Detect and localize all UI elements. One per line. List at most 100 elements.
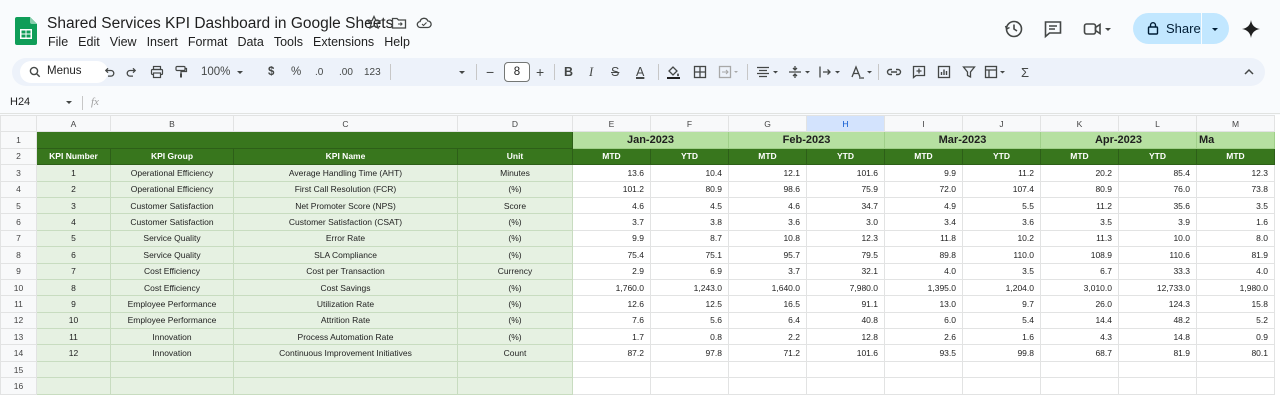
value-cell[interactable]: 15.8 bbox=[1196, 295, 1275, 313]
period-header-cell[interactable]: MTD bbox=[572, 147, 651, 166]
value-cell[interactable]: 1,243.0 bbox=[650, 278, 729, 297]
value-cell[interactable]: 13.6 bbox=[572, 164, 651, 182]
value-cell[interactable]: 7,980.0 bbox=[806, 278, 885, 297]
row-header[interactable]: 16 bbox=[0, 377, 37, 395]
row-header[interactable]: 6 bbox=[0, 213, 37, 231]
print-icon[interactable] bbox=[150, 65, 164, 79]
column-header-g[interactable]: G bbox=[728, 115, 807, 133]
month-header-cell[interactable]: Mar-2023 bbox=[884, 131, 1041, 149]
column-header-c[interactable]: C bbox=[233, 115, 458, 133]
value-cell[interactable]: 8.0 bbox=[1196, 229, 1275, 248]
value-cell[interactable]: 2.6 bbox=[884, 328, 963, 346]
kpi-info-cell[interactable]: Innovation bbox=[110, 344, 234, 362]
kpi-info-cell[interactable]: (%) bbox=[457, 278, 573, 297]
kpi-info-cell[interactable]: Customer Satisfaction bbox=[110, 213, 234, 231]
version-history-icon[interactable] bbox=[1003, 18, 1025, 40]
value-cell[interactable]: 9.9 bbox=[572, 229, 651, 248]
value-cell[interactable]: 9.7 bbox=[962, 295, 1041, 313]
value-cell[interactable]: 4.0 bbox=[1196, 262, 1275, 280]
merge-cells-icon[interactable] bbox=[718, 65, 740, 79]
value-cell[interactable]: 3.9 bbox=[1118, 213, 1197, 231]
value-cell[interactable]: 5.6 bbox=[650, 311, 729, 330]
meet-dropdown-icon[interactable] bbox=[1102, 18, 1114, 40]
menu-view[interactable]: View bbox=[110, 35, 137, 49]
value-cell[interactable]: 5.4 bbox=[962, 311, 1041, 330]
period-header-cell[interactable]: MTD bbox=[884, 147, 963, 166]
value-cell[interactable]: 2.2 bbox=[728, 328, 807, 346]
value-cell[interactable]: 3.4 bbox=[884, 213, 963, 231]
value-cell[interactable]: 124.3 bbox=[1118, 295, 1197, 313]
value-cell[interactable]: 1,640.0 bbox=[728, 278, 807, 297]
kpi-info-cell[interactable]: Innovation bbox=[110, 328, 234, 346]
value-cell[interactable]: 10.0 bbox=[1118, 229, 1197, 248]
row-header[interactable]: 12 bbox=[0, 311, 37, 330]
value-cell[interactable]: 3.5 bbox=[1040, 213, 1119, 231]
kpi-info-cell[interactable]: Process Automation Rate bbox=[233, 328, 458, 346]
column-header-e[interactable]: E bbox=[572, 115, 651, 133]
kpi-info-cell[interactable]: (%) bbox=[457, 295, 573, 313]
menu-edit[interactable]: Edit bbox=[78, 35, 100, 49]
column-header-h[interactable]: H bbox=[806, 115, 885, 133]
value-cell[interactable]: 12.3 bbox=[806, 229, 885, 248]
value-cell[interactable]: 2.9 bbox=[572, 262, 651, 280]
month-header-cell[interactable]: Apr-2023 bbox=[1040, 131, 1197, 149]
month-header-cell[interactable]: Feb-2023 bbox=[728, 131, 885, 149]
more-formats-button[interactable]: 123 bbox=[364, 58, 381, 86]
value-cell[interactable]: 3.7 bbox=[728, 262, 807, 280]
empty-cell[interactable] bbox=[457, 360, 573, 379]
row-header[interactable]: 2 bbox=[0, 147, 37, 166]
kpi-info-cell[interactable]: 5 bbox=[36, 229, 111, 248]
value-cell[interactable]: 12.8 bbox=[806, 328, 885, 346]
kpi-info-cell[interactable]: Average Handling Time (AHT) bbox=[233, 164, 458, 182]
value-cell[interactable]: 48.2 bbox=[1118, 311, 1197, 330]
empty-cell[interactable] bbox=[572, 360, 651, 379]
value-cell[interactable]: 35.6 bbox=[1118, 196, 1197, 215]
decrease-decimal-button[interactable]: .0 bbox=[315, 58, 323, 86]
empty-cell[interactable] bbox=[962, 377, 1041, 395]
empty-cell[interactable] bbox=[36, 377, 111, 395]
value-cell[interactable]: 0.9 bbox=[1196, 328, 1275, 346]
value-cell[interactable]: 1.6 bbox=[962, 328, 1041, 346]
kpi-info-cell[interactable]: Employee Performance bbox=[110, 311, 234, 330]
value-cell[interactable]: 76.0 bbox=[1118, 180, 1197, 198]
menu-format[interactable]: Format bbox=[188, 35, 228, 49]
value-cell[interactable]: 14.8 bbox=[1118, 328, 1197, 346]
value-cell[interactable]: 0.8 bbox=[650, 328, 729, 346]
value-cell[interactable]: 10.8 bbox=[728, 229, 807, 248]
move-folder-icon[interactable] bbox=[391, 15, 407, 31]
horizontal-align-icon[interactable] bbox=[756, 65, 780, 79]
kpi-info-cell[interactable]: 2 bbox=[36, 180, 111, 198]
kpi-info-cell[interactable]: 3 bbox=[36, 196, 111, 215]
period-header-cell[interactable]: YTD bbox=[962, 147, 1041, 166]
kpi-info-cell[interactable]: 8 bbox=[36, 278, 111, 297]
filter-views-icon[interactable] bbox=[984, 65, 1008, 79]
value-cell[interactable]: 81.9 bbox=[1196, 246, 1275, 264]
paint-format-icon[interactable] bbox=[174, 65, 188, 79]
value-cell[interactable]: 4.6 bbox=[728, 196, 807, 215]
font-family-select[interactable] bbox=[397, 60, 467, 84]
value-cell[interactable]: 6.0 bbox=[884, 311, 963, 330]
value-cell[interactable]: 107.4 bbox=[962, 180, 1041, 198]
row-header[interactable]: 3 bbox=[0, 164, 37, 182]
column-header-k[interactable]: K bbox=[1040, 115, 1119, 133]
kpi-info-cell[interactable]: 6 bbox=[36, 246, 111, 264]
kpi-info-cell[interactable]: Cost Efficiency bbox=[110, 278, 234, 297]
menu-extensions[interactable]: Extensions bbox=[313, 35, 374, 49]
row-header[interactable]: 9 bbox=[0, 262, 37, 280]
value-cell[interactable]: 1,204.0 bbox=[962, 278, 1041, 297]
kpi-info-cell[interactable]: First Call Resolution (FCR) bbox=[233, 180, 458, 198]
value-cell[interactable]: 4.9 bbox=[884, 196, 963, 215]
value-cell[interactable]: 3.6 bbox=[728, 213, 807, 231]
row-header[interactable]: 10 bbox=[0, 278, 37, 297]
header-banner-cell[interactable] bbox=[36, 131, 573, 149]
column-title-cell[interactable]: KPI Group bbox=[110, 147, 234, 166]
period-header-cell[interactable]: MTD bbox=[1196, 147, 1275, 166]
kpi-info-cell[interactable]: (%) bbox=[457, 311, 573, 330]
empty-cell[interactable] bbox=[806, 360, 885, 379]
value-cell[interactable]: 80.9 bbox=[1040, 180, 1119, 198]
gemini-sparkle-icon[interactable] bbox=[1240, 18, 1262, 40]
month-header-cell[interactable]: Ma bbox=[1196, 131, 1275, 149]
value-cell[interactable]: 98.6 bbox=[728, 180, 807, 198]
column-header-f[interactable]: F bbox=[650, 115, 729, 133]
functions-icon[interactable]: Σ bbox=[1021, 58, 1029, 86]
